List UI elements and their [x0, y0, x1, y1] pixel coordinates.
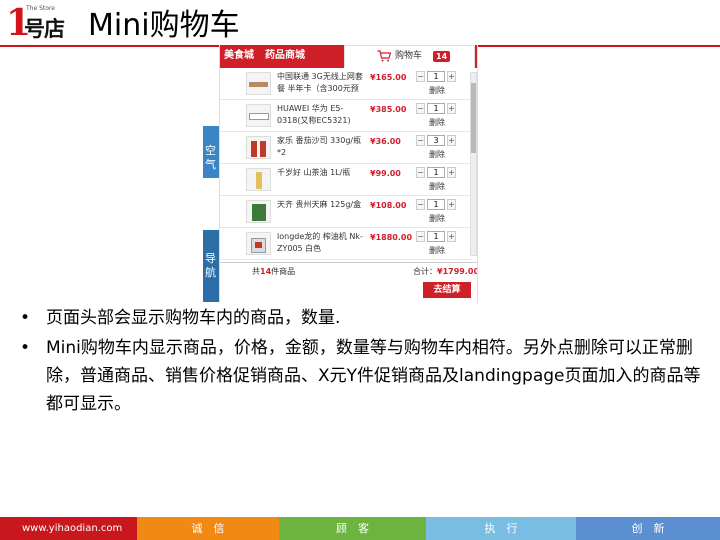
cart-list-scrollbar[interactable] — [470, 72, 477, 256]
quantity-input[interactable]: 1 — [427, 199, 445, 210]
delete-item-link[interactable]: 删除 — [429, 213, 445, 224]
quantity-decrease-button[interactable]: − — [416, 199, 425, 210]
mini-cart-screenshot: 美食城 药品商城 购物车 14 中国联通 3G无线上网套餐 半年卡（含300元预… — [219, 45, 478, 303]
quantity-input[interactable]: 1 — [427, 167, 445, 178]
quantity-decrease-button[interactable]: − — [416, 135, 425, 146]
item-count-text: 共14件商品 — [252, 267, 296, 276]
product-price: ¥108.00 — [370, 201, 407, 210]
product-name[interactable]: 家乐 番茄沙司 330g/瓶*2 — [277, 135, 369, 159]
item-count-number: 14 — [260, 267, 272, 276]
footer-value-innovation: 创 新 — [576, 517, 720, 540]
delete-item-link[interactable]: 删除 — [429, 149, 445, 160]
product-image-router[interactable] — [246, 104, 271, 127]
cart-item-row: 千岁好 山茶油 1L/瓶 ¥99.00 − 1 + 删除 — [220, 164, 471, 196]
cart-item-row: HUAWEI 华为 E5-0318(又称EC5321) ¥385.00 − 1 … — [220, 100, 471, 132]
slide-title: Mini购物车 — [88, 8, 240, 43]
quantity-decrease-button[interactable]: − — [416, 103, 425, 114]
bullet-text: 页面头部会显示购物车内的商品，数量. — [46, 308, 341, 328]
shopping-cart-icon — [377, 50, 391, 62]
site-top-nav: 美食城 药品商城 购物车 14 — [220, 45, 477, 68]
quantity-input[interactable]: 1 — [427, 71, 445, 82]
quantity-input[interactable]: 1 — [427, 103, 445, 114]
quantity-decrease-button[interactable]: − — [416, 231, 425, 242]
background-banner-fragment: 空气 — [203, 126, 220, 178]
background-banner-fragment: 导航 — [203, 230, 220, 302]
quantity-increase-button[interactable]: + — [447, 167, 456, 178]
delete-item-link[interactable]: 删除 — [429, 85, 445, 96]
product-name[interactable]: 中国联通 3G无线上网套餐 半年卡（含300元预 — [277, 71, 369, 95]
footer-value-customer: 顾 客 — [279, 517, 426, 540]
product-name[interactable]: 天齐 贵州天麻 125g/盒 — [277, 199, 369, 211]
quantity-input[interactable]: 3 — [427, 135, 445, 146]
logo-tagline: The Store — [26, 5, 55, 12]
logo-mark: 号店 — [24, 17, 65, 41]
footer-value-execution: 执 行 — [426, 517, 576, 540]
quantity-decrease-button[interactable]: − — [416, 167, 425, 178]
bullet-marker: • — [20, 308, 31, 328]
cart-item-row: 中国联通 3G无线上网套餐 半年卡（含300元预 ¥165.00 − 1 + 删… — [220, 68, 471, 100]
quantity-increase-button[interactable]: + — [447, 71, 456, 82]
product-image-card[interactable] — [246, 72, 271, 95]
bullet-text: Mini购物车内显示商品，价格，金额，数量等与购物车内相符。另外点删除可以正常删… — [46, 338, 701, 414]
cart-item-row: 家乐 番茄沙司 330g/瓶*2 ¥36.00 − 3 + 删除 — [220, 132, 471, 164]
bullet-item: • 页面头部会显示购物车内的商品，数量. — [20, 304, 710, 332]
quantity-increase-button[interactable]: + — [447, 135, 456, 146]
quantity-increase-button[interactable]: + — [447, 231, 456, 242]
quantity-increase-button[interactable]: + — [447, 103, 456, 114]
cart-total-amount: ¥1799.00 — [437, 267, 478, 276]
product-name[interactable]: HUAWEI 华为 E5-0318(又称EC5321) — [277, 103, 369, 127]
cart-summary: 共14件商品 合计：¥1799.00 去结算 — [220, 262, 478, 303]
cart-total-text: 合计：¥1799.00 — [413, 267, 478, 276]
nav-link-pharmacy-mall[interactable]: 药品商城 — [265, 49, 305, 63]
cart-item-row: 天齐 贵州天麻 125g/盒 ¥108.00 − 1 + 删除 — [220, 196, 471, 228]
bullet-marker: • — [20, 338, 31, 358]
delete-item-link[interactable]: 删除 — [429, 181, 445, 192]
product-price: ¥1880.00 — [370, 233, 413, 242]
cart-tab-label: 购物车 — [395, 51, 423, 61]
cart-item-row: longde龙的 榨油机 Nk-ZY005 白色 ¥1880.00 − 1 + … — [220, 228, 471, 260]
product-price: ¥36.00 — [370, 137, 401, 146]
product-image-bottles[interactable] — [246, 136, 271, 159]
product-image-machine[interactable] — [246, 232, 271, 255]
delete-item-link[interactable]: 删除 — [429, 117, 445, 128]
product-image-oil[interactable] — [246, 168, 271, 191]
delete-item-link[interactable]: 删除 — [429, 245, 445, 256]
product-name[interactable]: 千岁好 山茶油 1L/瓶 — [277, 167, 369, 179]
footer-value-integrity: 诚 信 — [137, 517, 279, 540]
quantity-increase-button[interactable]: + — [447, 199, 456, 210]
cart-item-list: 中国联通 3G无线上网套餐 半年卡（含300元预 ¥165.00 − 1 + 删… — [220, 68, 471, 260]
scrollbar-thumb[interactable] — [471, 83, 476, 153]
product-name[interactable]: longde龙的 榨油机 Nk-ZY005 白色 — [277, 231, 369, 255]
product-image-box[interactable] — [246, 200, 271, 223]
description-bullets: • 页面头部会显示购物车内的商品，数量. • Mini购物车内显示商品，价格，金额，… — [20, 304, 710, 420]
slide-footer: www.yihaodian.com 诚 信 顾 客 执 行 创 新 — [0, 517, 720, 540]
product-price: ¥99.00 — [370, 169, 401, 178]
product-price: ¥165.00 — [370, 73, 407, 82]
product-price: ¥385.00 — [370, 105, 407, 114]
bullet-item: • Mini购物车内显示商品，价格，金额，数量等与购物车内相符。另外点删除可以正常… — [20, 334, 710, 418]
checkout-button[interactable]: 去结算 — [423, 282, 471, 298]
nav-link-food-mall[interactable]: 美食城 — [224, 49, 254, 63]
cart-count-badge: 14 — [433, 51, 451, 62]
quantity-input[interactable]: 1 — [427, 231, 445, 242]
quantity-decrease-button[interactable]: − — [416, 71, 425, 82]
mini-cart-tab[interactable]: 购物车 14 — [344, 45, 475, 68]
yihaodian-logo: 1 The Store 号店 — [6, 3, 65, 47]
footer-url: www.yihaodian.com — [0, 517, 137, 540]
